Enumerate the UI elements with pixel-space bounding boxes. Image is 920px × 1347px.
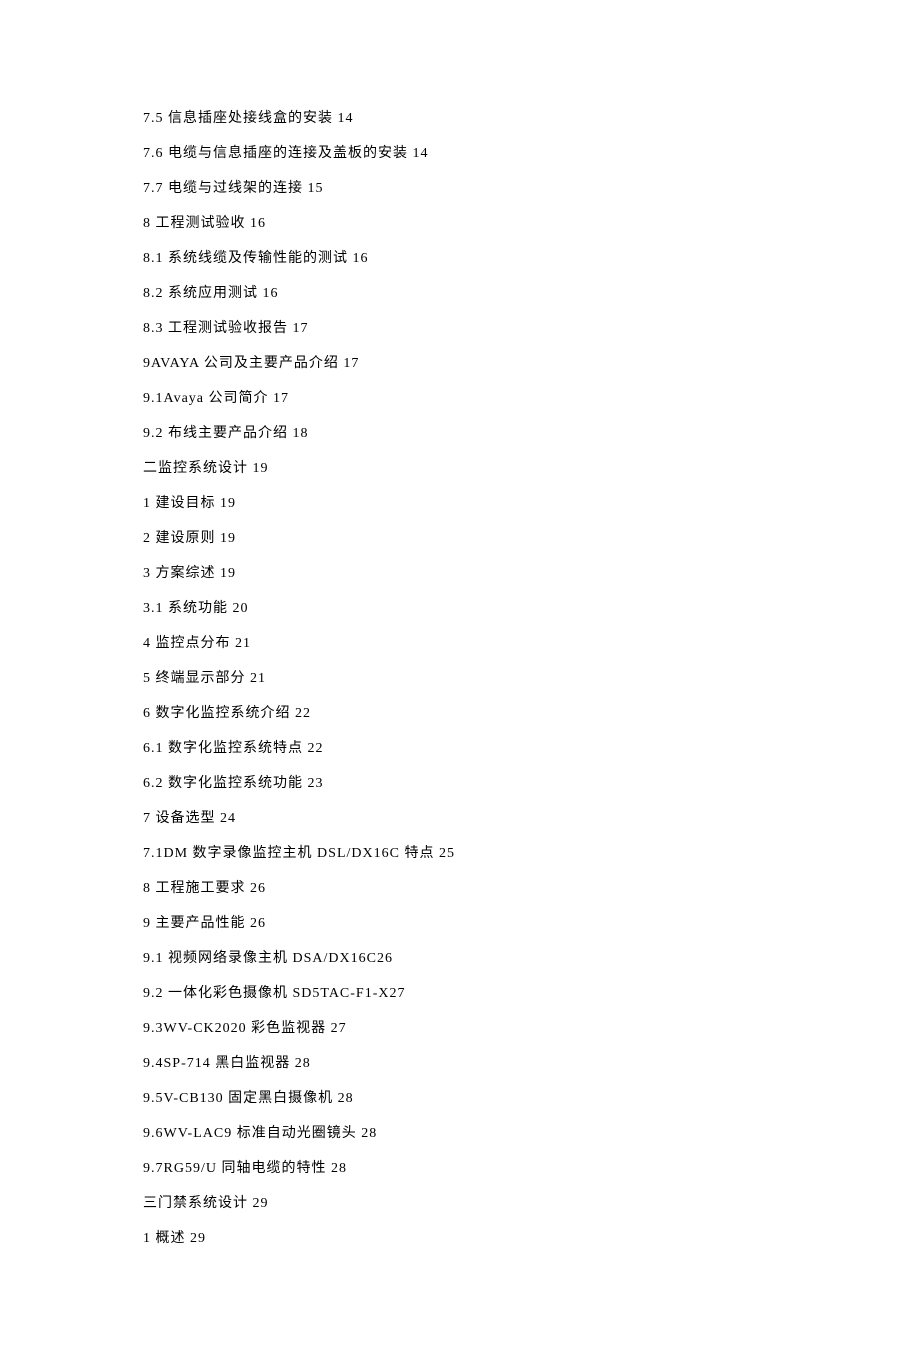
toc-entry: 4 监控点分布 21 [143, 637, 783, 651]
toc-entry: 9.2 布线主要产品介绍 18 [143, 427, 783, 441]
toc-entry: 9AVAYA 公司及主要产品介绍 17 [143, 357, 783, 371]
toc-entry: 三门禁系统设计 29 [143, 1197, 783, 1211]
toc-entry: 7 设备选型 24 [143, 812, 783, 826]
toc-entry: 7.1DM 数字录像监控主机 DSL/DX16C 特点 25 [143, 847, 783, 861]
toc-entry: 9.1Avaya 公司简介 17 [143, 392, 783, 406]
toc-entry: 3 方案综述 19 [143, 567, 783, 581]
toc-entry: 9.7RG59/U 同轴电缆的特性 28 [143, 1162, 783, 1176]
toc-entry: 2 建设原则 19 [143, 532, 783, 546]
toc-entry: 二监控系统设计 19 [143, 462, 783, 476]
toc-entry: 1 建设目标 19 [143, 497, 783, 511]
toc-entry: 9.1 视频网络录像主机 DSA/DX16C26 [143, 952, 783, 966]
toc-page: 7.5 信息插座处接线盒的安装 14 7.6 电缆与信息插座的连接及盖板的安装 … [0, 0, 783, 1347]
toc-entry: 8.3 工程测试验收报告 17 [143, 322, 783, 336]
toc-entry: 9.5V-CB130 固定黑白摄像机 28 [143, 1092, 783, 1106]
toc-entry: 9.6WV-LAC9 标准自动光圈镜头 28 [143, 1127, 783, 1141]
toc-entry: 8 工程测试验收 16 [143, 217, 783, 231]
toc-entry: 7.7 电缆与过线架的连接 15 [143, 182, 783, 196]
toc-entry: 6.2 数字化监控系统功能 23 [143, 777, 783, 791]
toc-entry: 8.1 系统线缆及传输性能的测试 16 [143, 252, 783, 266]
toc-entry: 7.5 信息插座处接线盒的安装 14 [143, 112, 783, 126]
toc-entry: 3.1 系统功能 20 [143, 602, 783, 616]
toc-entry: 6 数字化监控系统介绍 22 [143, 707, 783, 721]
toc-entry: 9 主要产品性能 26 [143, 917, 783, 931]
toc-entry: 8 工程施工要求 26 [143, 882, 783, 896]
toc-entry: 7.6 电缆与信息插座的连接及盖板的安装 14 [143, 147, 783, 161]
toc-entry: 1 概述 29 [143, 1232, 783, 1246]
toc-entry: 8.2 系统应用测试 16 [143, 287, 783, 301]
toc-entry: 9.2 一体化彩色摄像机 SD5TAC-F1-X27 [143, 987, 783, 1001]
toc-entry: 5 终端显示部分 21 [143, 672, 783, 686]
toc-entry: 6.1 数字化监控系统特点 22 [143, 742, 783, 756]
toc-entry: 9.3WV-CK2020 彩色监视器 27 [143, 1022, 783, 1036]
toc-entry: 9.4SP-714 黑白监视器 28 [143, 1057, 783, 1071]
